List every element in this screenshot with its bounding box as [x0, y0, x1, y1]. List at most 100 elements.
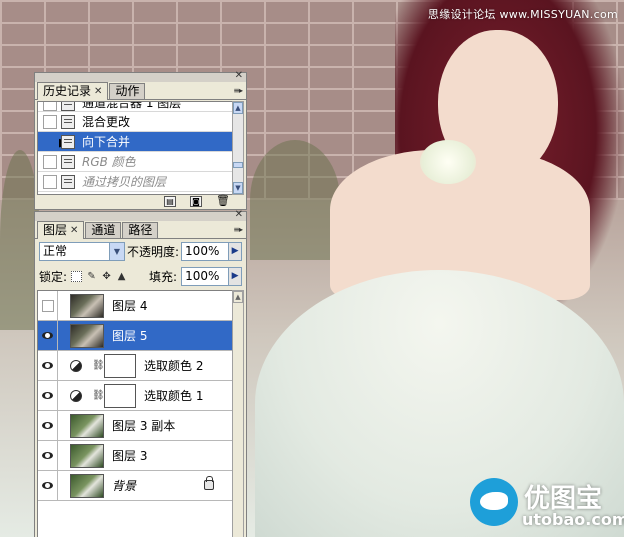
- close-icon[interactable]: ✕: [235, 71, 243, 81]
- scroll-thumb[interactable]: [233, 162, 243, 168]
- history-item[interactable]: 混合更改: [38, 112, 232, 132]
- history-state-icon: [61, 154, 75, 169]
- history-item-label: 混合更改: [82, 115, 131, 129]
- panel-titlebar[interactable]: ✕: [35, 71, 246, 82]
- snapshot-checkbox[interactable]: [43, 114, 57, 129]
- trash-icon[interactable]: 🗑: [216, 195, 230, 207]
- fill-slider-arrow-icon[interactable]: ▶: [229, 266, 243, 286]
- lock-brush-icon[interactable]: ✎: [86, 271, 97, 282]
- layer-row-background[interactable]: 背景: [38, 470, 232, 501]
- layer-name: 背景: [112, 479, 137, 493]
- visibility-toggle[interactable]: [38, 470, 58, 501]
- adjustment-layer-icon: [70, 359, 82, 372]
- layer-row[interactable]: 图层 4: [38, 291, 232, 321]
- tab-layers[interactable]: 图层 ✕: [37, 221, 85, 239]
- tab-label: 图层: [43, 223, 68, 237]
- lock-icon: [204, 476, 214, 490]
- history-item-selected[interactable]: ◗ 向下合并: [38, 132, 232, 152]
- layer-row[interactable]: 图层 3: [38, 440, 232, 471]
- layer-row[interactable]: 图层 3 副本: [38, 410, 232, 441]
- lock-all-icon[interactable]: ▲: [116, 271, 127, 282]
- fill-label: 填充:: [149, 269, 178, 284]
- history-state-icon: [61, 174, 75, 189]
- chain-link-icon[interactable]: ⛓: [92, 360, 105, 371]
- lock-options: ✎ ✥ ▲: [71, 270, 127, 282]
- layers-tabs: 图层 ✕ 通道 路径 ≡▸: [35, 221, 246, 239]
- close-icon[interactable]: ✕: [94, 84, 102, 99]
- panel-menu-icon[interactable]: ≡▸: [233, 225, 243, 234]
- layer-row[interactable]: ⛓ 选取颜色 2: [38, 350, 232, 381]
- lock-label: 锁定:: [39, 269, 68, 284]
- history-list: 通道混合器 1 图层 混合更改 ◗ 向下合并 RGB 颜色 通过拷贝的图层: [37, 101, 233, 195]
- visibility-toggle[interactable]: [38, 380, 58, 411]
- history-item[interactable]: 通道混合器 1 图层: [38, 102, 232, 112]
- tab-history[interactable]: 历史记录 ✕: [37, 82, 109, 100]
- visibility-toggle[interactable]: [38, 291, 58, 321]
- eye-icon: [42, 422, 53, 429]
- layer-row[interactable]: ⛓ 选取颜色 1: [38, 380, 232, 411]
- visibility-toggle[interactable]: [38, 320, 58, 351]
- lock-move-icon[interactable]: ✥: [101, 271, 112, 282]
- layer-name: 图层 3 副本: [112, 419, 176, 433]
- history-item[interactable]: 通过拷贝的图层: [38, 172, 232, 192]
- snapshot-checkbox[interactable]: [43, 134, 57, 149]
- history-scrollbar[interactable]: ▲ ▼: [232, 101, 244, 195]
- layer-row-selected[interactable]: 图层 5: [38, 320, 232, 351]
- eye-icon: [42, 362, 53, 369]
- blend-mode-select[interactable]: 正常 ▼: [39, 241, 125, 261]
- visibility-toggle[interactable]: [38, 350, 58, 381]
- history-item-label: RGB 颜色: [82, 155, 136, 169]
- layer-thumbnail: [70, 473, 104, 498]
- layer-name: 图层 3: [112, 449, 148, 463]
- opacity-slider-arrow-icon[interactable]: ▶: [229, 241, 243, 261]
- close-icon[interactable]: ✕: [235, 210, 243, 220]
- layers-panel: ✕ 图层 ✕ 通道 路径 ≡▸ 正常 ▼ 不透明度: 100% ▶ 锁定: ✎ …: [34, 210, 247, 537]
- snapshot-checkbox[interactable]: [43, 102, 57, 111]
- history-state-icon: [61, 102, 75, 111]
- history-panel: ✕ 历史记录 ✕ 动作 ≡▸ 通道混合器 1 图层 混合更改 ◗ 向下合并: [34, 71, 247, 210]
- lock-row: 锁定: ✎ ✥ ▲ 填充: 100% ▶: [39, 265, 243, 287]
- visibility-toggle[interactable]: [38, 440, 58, 471]
- layer-mask-thumbnail[interactable]: [104, 383, 136, 408]
- hidden-eye-box-icon: [41, 299, 54, 312]
- history-tabs: 历史记录 ✕ 动作 ≡▸: [35, 82, 246, 100]
- snapshot-checkbox[interactable]: [43, 174, 57, 189]
- panel-titlebar[interactable]: ✕: [35, 210, 246, 221]
- tab-label: 路径: [128, 223, 153, 237]
- scroll-up-icon[interactable]: ▲: [233, 102, 243, 114]
- visibility-toggle[interactable]: [38, 410, 58, 441]
- tab-label: 动作: [115, 84, 140, 98]
- new-document-icon[interactable]: ▤: [164, 195, 176, 207]
- panel-menu-icon[interactable]: ≡▸: [233, 86, 243, 95]
- layer-thumbnail: [70, 443, 104, 468]
- chain-link-icon[interactable]: ⛓: [92, 390, 105, 401]
- layer-name: 选取颜色 2: [144, 359, 204, 373]
- tab-label: 历史记录: [43, 84, 92, 98]
- opacity-input[interactable]: 100%: [181, 241, 230, 261]
- watermark-text: 思缘设计论坛 www.MISSYUAN.com: [427, 8, 618, 21]
- layers-scrollbar[interactable]: ▲: [232, 290, 244, 537]
- close-icon[interactable]: ✕: [70, 223, 78, 238]
- flower: [420, 140, 476, 184]
- layer-name: 图层 4: [112, 299, 148, 313]
- eye-icon: [42, 482, 53, 489]
- snapshot-camera-icon[interactable]: ◙: [190, 195, 202, 207]
- history-item-label: 向下合并: [82, 135, 131, 149]
- snapshot-checkbox[interactable]: [43, 154, 57, 169]
- layer-mask-thumbnail[interactable]: [104, 353, 136, 378]
- tab-channels[interactable]: 通道: [85, 222, 122, 238]
- tab-paths[interactable]: 路径: [122, 222, 159, 238]
- history-footer: ▤ ◙ 🗑: [35, 193, 246, 209]
- tab-actions[interactable]: 动作: [109, 83, 146, 99]
- lock-transparency-icon[interactable]: [71, 270, 83, 282]
- scroll-up-icon[interactable]: ▲: [233, 291, 243, 303]
- history-state-icon: [61, 114, 75, 129]
- adjustment-layer-icon: [70, 389, 82, 402]
- history-item[interactable]: RGB 颜色: [38, 152, 232, 172]
- layer-thumbnail: [70, 323, 104, 348]
- plant-right: [250, 140, 340, 260]
- fill-input[interactable]: 100%: [181, 266, 230, 286]
- layer-thumbnail: [70, 413, 104, 438]
- chevron-down-icon[interactable]: ▼: [109, 242, 124, 260]
- blend-row: 正常 ▼ 不透明度: 100% ▶: [39, 240, 243, 262]
